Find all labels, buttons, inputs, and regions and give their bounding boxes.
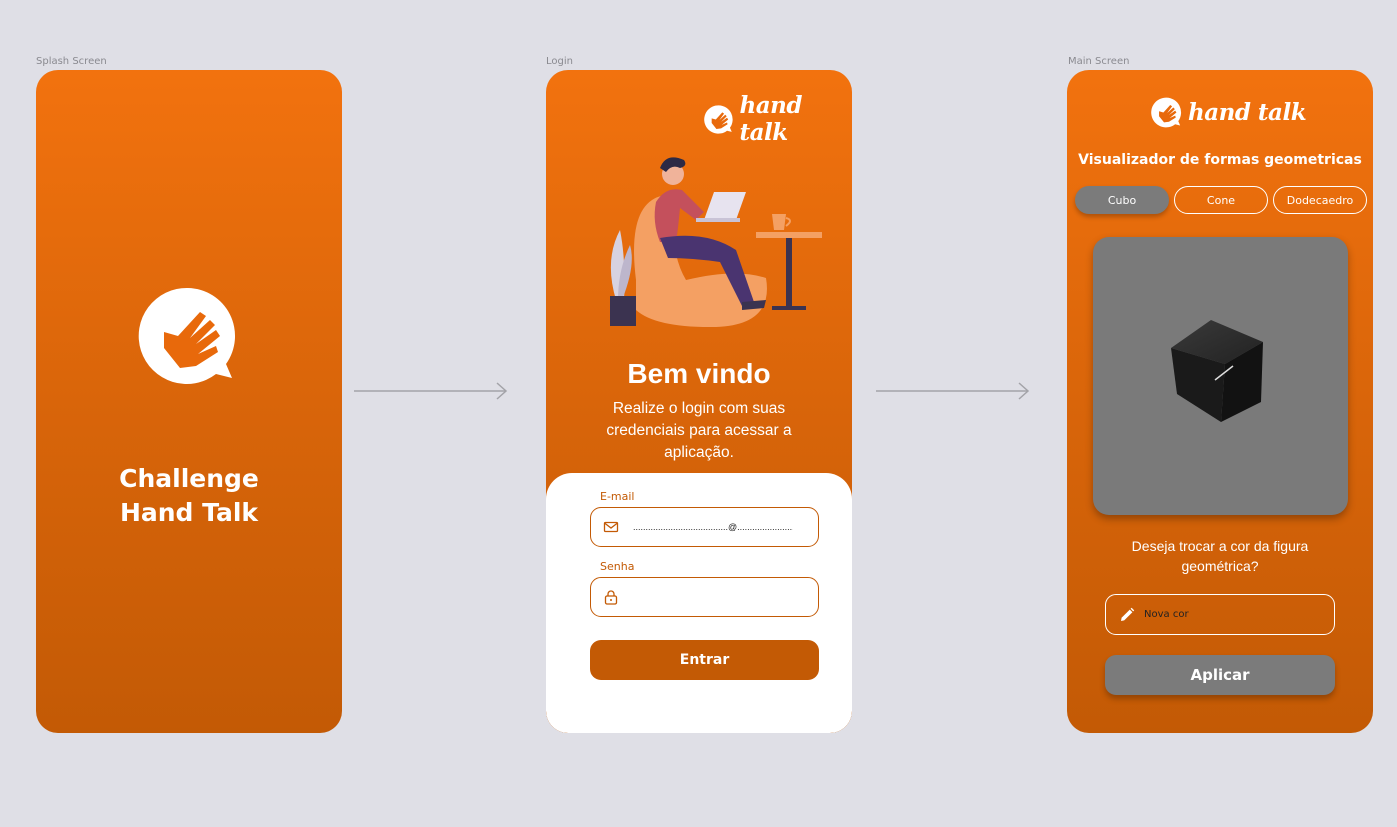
splash-title: Challenge Hand Talk: [36, 462, 342, 530]
color-question: Deseja trocar a cor da figura geométrica…: [1131, 538, 1309, 574]
password-field-wrapper[interactable]: [590, 577, 819, 617]
hand-talk-logo-icon: [138, 287, 236, 384]
email-label: E-mail: [600, 490, 635, 503]
person-with-laptop-illustration: [610, 157, 822, 328]
flow-arrow-icon: [354, 382, 508, 400]
mail-icon: [603, 521, 619, 533]
shape-viewer[interactable]: [1093, 237, 1348, 515]
frame-label-login: Login: [546, 56, 573, 67]
tab-cubo[interactable]: Cubo: [1075, 186, 1169, 214]
main-screen: hand talk Visualizador de formas geometr…: [1067, 70, 1373, 733]
brand-name: hand talk: [739, 92, 803, 146]
email-field-wrapper[interactable]: [590, 507, 819, 547]
splash-screen: Challenge Hand Talk: [36, 70, 342, 733]
login-form: E-mail Senha Entrar: [546, 473, 852, 733]
apply-button[interactable]: Aplicar: [1105, 655, 1335, 695]
login-button[interactable]: Entrar: [590, 640, 819, 680]
pencil-icon: [1121, 607, 1135, 621]
cube-3d-model: [1171, 320, 1263, 422]
frame-label-splash: Splash Screen: [36, 56, 107, 67]
password-field[interactable]: [633, 592, 793, 602]
splash-title-line-2: Hand Talk: [119, 498, 259, 527]
email-field[interactable]: [633, 522, 793, 532]
frame-label-main: Main Screen: [1068, 56, 1130, 67]
tab-dodecaedro[interactable]: Dodecaedro: [1273, 186, 1367, 214]
welcome-subtitle: Realize o login com suas credenciais par…: [606, 400, 792, 461]
tab-cone[interactable]: Cone: [1174, 186, 1268, 214]
color-input[interactable]: [1144, 609, 1314, 620]
flow-arrow-icon: [876, 382, 1030, 400]
hand-talk-logo-icon: [704, 104, 733, 134]
brand-logo: hand talk: [704, 92, 852, 146]
welcome-heading: Bem vindo: [627, 358, 771, 389]
shape-tabs: Cubo Cone Dodecaedro: [1075, 186, 1367, 214]
lock-icon: [604, 590, 618, 605]
page-title: Visualizador de formas geometricas: [1078, 152, 1362, 168]
brand-logo: hand talk: [1151, 97, 1307, 128]
brand-name: hand talk: [1188, 99, 1307, 126]
login-screen: hand talk Bem vindo Realize o login com …: [546, 70, 852, 733]
color-input-wrapper[interactable]: [1105, 594, 1335, 635]
splash-title-line-1: Challenge: [119, 464, 259, 493]
hand-talk-logo-icon: [1151, 97, 1182, 128]
password-label: Senha: [600, 560, 635, 573]
